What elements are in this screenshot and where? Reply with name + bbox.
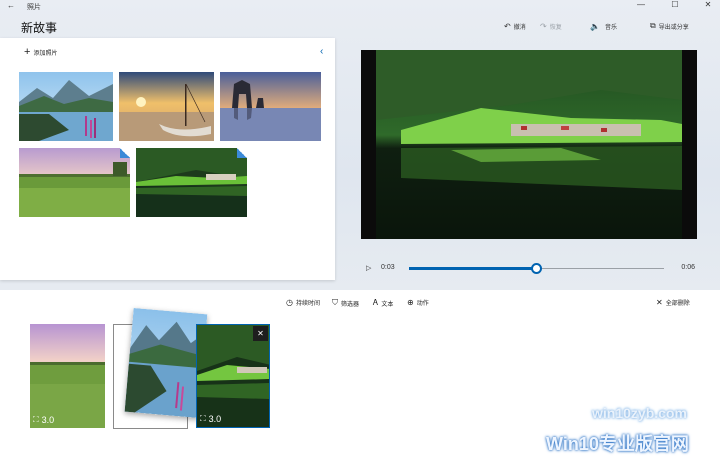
motion-icon: ⊕ xyxy=(407,298,414,307)
filters-label: 筛选器 xyxy=(341,301,360,308)
export-button[interactable]: ⧉ 导出或分享 xyxy=(650,19,689,33)
filters-button[interactable]: ⛉ 筛选器 xyxy=(332,298,359,308)
music-label: 音乐 xyxy=(604,24,617,31)
collapse-library-button[interactable]: ‹ xyxy=(320,46,323,57)
storyboard-card[interactable]: ⛶ 3.0 xyxy=(30,324,105,428)
video-preview[interactable] xyxy=(361,50,697,239)
library-photo[interactable] xyxy=(19,148,130,217)
seek-progress xyxy=(409,267,537,270)
speaker-icon: 🔈 xyxy=(590,21,600,31)
project-library: + 添加照片 ‹ xyxy=(0,38,335,280)
redo-label: 恢复 xyxy=(549,24,562,31)
close-icon: ✕ xyxy=(656,298,663,307)
library-photo[interactable] xyxy=(220,72,321,141)
back-button[interactable]: ← xyxy=(7,1,15,10)
export-icon: ⧉ xyxy=(650,21,656,30)
library-photo[interactable] xyxy=(119,72,214,141)
card-duration: ⛶ 3.0 xyxy=(200,414,221,424)
playback-bar: ▷ 0:03 0:06 xyxy=(361,262,697,276)
remove-all-label: 全部删除 xyxy=(665,301,690,307)
storyboard-card-selected[interactable]: ✕ ⛶ 3.0 xyxy=(196,324,270,428)
text-label: 文本 xyxy=(381,301,394,308)
plus-icon: + xyxy=(24,46,31,58)
play-icon[interactable]: ▷ xyxy=(366,264,371,272)
motion-label: 动作 xyxy=(416,301,429,307)
app-name: 照片 xyxy=(27,4,41,11)
corner-flag-icon xyxy=(237,148,247,158)
clock-icon: ◷ xyxy=(286,298,293,307)
card-duration-value: 3.0 xyxy=(208,414,222,424)
music-button[interactable]: 🔈 音乐 xyxy=(590,19,617,33)
add-photos-label: 添加照片 xyxy=(33,50,58,57)
watermark-brand: Win10专业版官网 xyxy=(546,434,689,454)
close-button[interactable]: ✕ xyxy=(700,0,716,9)
duration-button[interactable]: ◷ 持续时间 xyxy=(286,298,320,307)
motion-button[interactable]: ⊕ 动作 xyxy=(407,298,429,307)
add-photos-button[interactable]: + 添加照片 xyxy=(24,46,58,58)
remove-card-button[interactable]: ✕ xyxy=(253,326,268,341)
remove-all-button[interactable]: ✕ 全部删除 xyxy=(656,298,690,307)
title-bar: ← 照片 — ☐ ✕ xyxy=(0,0,720,13)
redo-icon: ↷ xyxy=(540,21,547,31)
export-label: 导出或分享 xyxy=(658,24,689,31)
seek-handle[interactable] xyxy=(531,263,542,274)
maximize-button[interactable]: ☐ xyxy=(667,0,683,9)
undo-label: 撤消 xyxy=(513,24,526,31)
card-duration-value: 3.0 xyxy=(41,415,55,425)
text-icon: Ꭺ xyxy=(373,298,379,307)
watermark-url: win10zyb.com xyxy=(592,405,687,421)
corner-flag-icon xyxy=(120,148,130,158)
library-photo[interactable] xyxy=(19,72,113,141)
duration-label: 持续时间 xyxy=(295,301,320,307)
redo-button[interactable]: ↷ 恢复 xyxy=(540,19,562,33)
total-duration: 0:06 xyxy=(681,264,695,271)
top-area: ← 照片 — ☐ ✕ 新故事 ↶ 撤消 ↷ 恢复 🔈 音乐 ⧉ 导出或分享 + … xyxy=(0,0,720,290)
filter-icon: ⛉ xyxy=(332,298,338,307)
image-icon: ⛶ xyxy=(200,414,206,423)
image-icon: ⛶ xyxy=(33,415,39,424)
current-time: 0:03 xyxy=(381,264,395,271)
minimize-button[interactable]: — xyxy=(633,0,649,9)
page-title: 新故事 xyxy=(21,21,58,35)
library-photo[interactable] xyxy=(136,148,247,217)
dragged-card[interactable] xyxy=(124,307,208,419)
undo-icon: ↶ xyxy=(504,21,511,31)
undo-button[interactable]: ↶ 撤消 xyxy=(504,19,526,33)
text-button[interactable]: Ꭺ 文本 xyxy=(373,298,393,308)
card-duration: ⛶ 3.0 xyxy=(33,415,54,425)
